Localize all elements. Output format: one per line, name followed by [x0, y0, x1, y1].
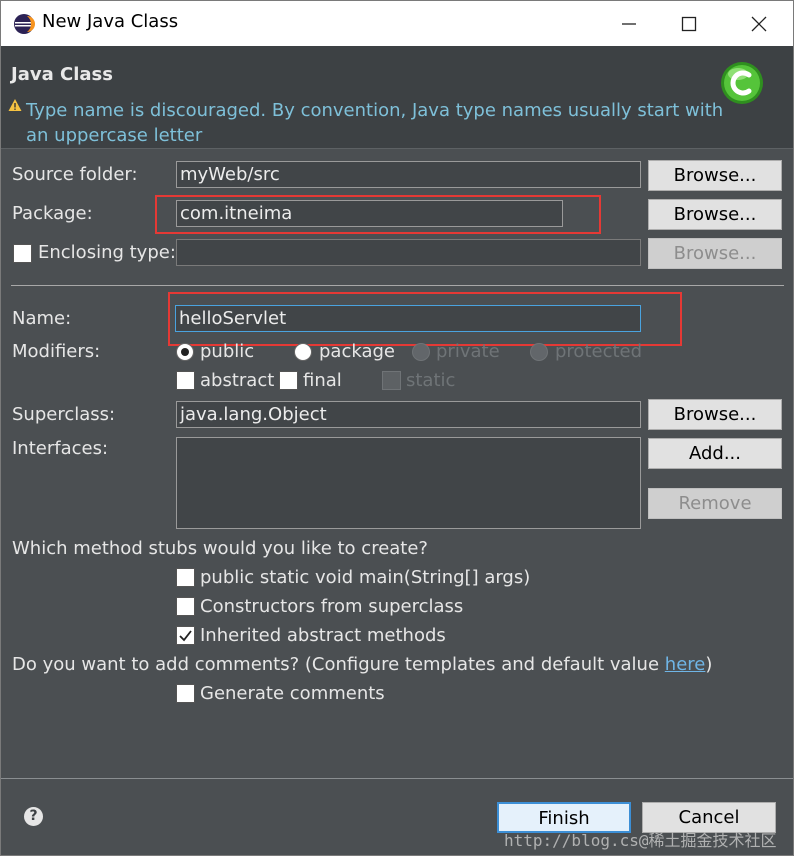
enclosing-type-input[interactable] [176, 239, 641, 266]
main-method-label: public static void main(String[] args) [200, 567, 531, 588]
footer-divider [1, 778, 793, 779]
wizard-header: Java Class Type name is discouraged. By … [1, 46, 793, 148]
package-browse-button[interactable]: Browse... [648, 199, 782, 230]
modifier-protected-radio[interactable] [530, 343, 548, 361]
modifier-package-label: package [319, 341, 395, 362]
superclass-input[interactable]: java.lang.Object [176, 401, 641, 428]
modifier-private-label: private [436, 341, 500, 362]
close-icon [751, 16, 767, 31]
eclipse-icon [14, 14, 35, 34]
final-label: final [303, 370, 342, 391]
minimize-button[interactable] [601, 1, 657, 46]
package-label: Package: [12, 203, 93, 224]
static-label: static [406, 370, 456, 391]
source-folder-browse-button[interactable]: Browse... [648, 160, 782, 191]
abstract-label: abstract [200, 370, 275, 391]
abstract-checkbox[interactable] [176, 371, 195, 390]
checkmark-icon [179, 630, 192, 642]
help-icon[interactable]: ? [24, 807, 43, 826]
enclosing-type-browse-button[interactable]: Browse... [648, 238, 782, 269]
java-class-icon [721, 62, 763, 104]
superclass-label: Superclass: [12, 404, 116, 425]
warning-message: Type name is discouraged. By convention,… [26, 100, 724, 146]
static-checkbox[interactable] [382, 371, 401, 390]
method-stubs-question: Which method stubs would you like to cre… [12, 538, 428, 559]
new-java-class-dialog: New Java Class Java Class Type name is d… [0, 0, 794, 856]
remove-interface-button[interactable]: Remove [648, 488, 782, 519]
source-folder-label: Source folder: [12, 164, 138, 185]
title-bar: New Java Class [1, 1, 793, 46]
header-divider [1, 148, 793, 149]
main-method-checkbox[interactable] [176, 568, 195, 587]
enclosing-type-checkbox[interactable] [13, 244, 32, 263]
minimize-icon [622, 22, 636, 25]
constructors-label: Constructors from superclass [200, 596, 464, 617]
interfaces-label: Interfaces: [12, 438, 109, 459]
generate-comments-label: Generate comments [200, 683, 385, 704]
modifier-private-radio[interactable] [412, 343, 430, 361]
close-button[interactable] [731, 1, 787, 46]
modifier-protected-label: protected [555, 341, 643, 362]
comments-question-close: ) [705, 654, 713, 675]
package-highlight-box [155, 195, 601, 234]
radio-selected-dot [181, 348, 189, 356]
enclosing-type-label: Enclosing type: [38, 242, 176, 263]
warning-icon [8, 99, 22, 111]
page-title: Java Class [11, 64, 113, 85]
inherited-methods-checkbox[interactable] [176, 626, 195, 645]
watermark: http://blog.cs@稀土掘金技术社区 [504, 831, 777, 850]
constructors-checkbox[interactable] [176, 597, 195, 616]
modifier-public-radio[interactable] [176, 343, 194, 361]
name-highlight-box [168, 292, 682, 346]
superclass-browse-button[interactable]: Browse... [648, 399, 782, 430]
templates-here-link[interactable]: here [665, 654, 706, 675]
generate-comments-checkbox[interactable] [176, 684, 195, 703]
comments-question: Do you want to add comments? (Configure … [12, 654, 712, 675]
name-label: Name: [12, 308, 72, 329]
maximize-icon [681, 16, 697, 31]
add-interface-button[interactable]: Add... [648, 438, 782, 469]
section-divider [11, 285, 784, 286]
final-checkbox[interactable] [279, 371, 298, 390]
maximize-button[interactable] [661, 1, 717, 46]
window-title: New Java Class [42, 11, 179, 32]
source-folder-input[interactable]: myWeb/src [176, 161, 641, 188]
modifier-package-radio[interactable] [294, 343, 312, 361]
modifiers-label: Modifiers: [12, 341, 101, 362]
interfaces-list[interactable] [176, 437, 641, 529]
modifier-public-label: public [200, 341, 255, 362]
inherited-methods-label: Inherited abstract methods [200, 625, 446, 646]
comments-question-text: Do you want to add comments? (Configure … [12, 654, 660, 675]
